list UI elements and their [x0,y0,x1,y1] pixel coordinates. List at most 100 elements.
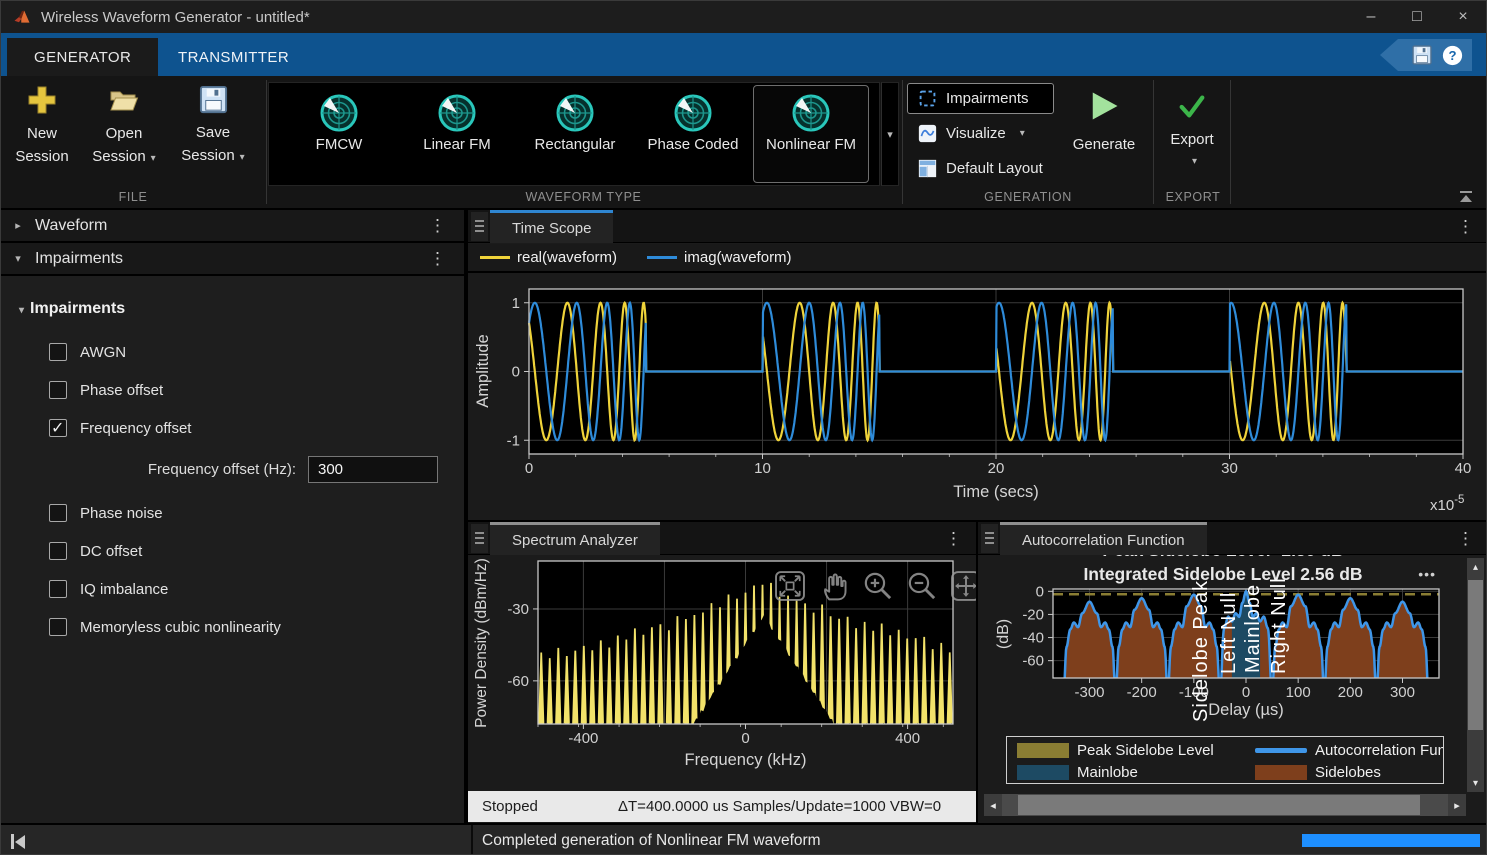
checkbox-box[interactable] [49,381,67,399]
checkbox-dc-offset[interactable]: DC offset [49,542,142,560]
checkbox-phase-noise[interactable]: Phase noise [49,504,163,522]
gallery-dropdown-button[interactable]: ▾ [881,82,899,186]
impairments-heading[interactable]: ▾Impairments [19,300,125,318]
gallery-item-phase-coded[interactable]: Phase Coded [635,85,751,183]
minimize-button[interactable]: – [1348,1,1394,33]
save-session-button[interactable]: Save Session▾ [173,84,253,167]
time-scope-tab[interactable]: Time Scope [490,210,613,243]
scroll-left-icon[interactable]: ◂ [984,794,1002,816]
gallery-item-linear-fm[interactable]: Linear FM [399,85,515,183]
new-session-icon [26,84,58,116]
new-session-button[interactable]: New Session [7,84,77,168]
scroll-up-icon[interactable]: ▴ [1467,558,1484,576]
svg-text:-60: -60 [507,673,529,690]
frequency-axis-label: Frequency (kHz) [685,751,807,769]
gallery-item-nonlinear-fm[interactable]: Nonlinear FM [753,85,869,183]
export-button[interactable]: Export ▾ [1157,84,1227,167]
spectrum-analyzer-tab[interactable]: Spectrum Analyzer [490,522,660,555]
collapse-panel-button[interactable] [11,834,25,849]
section-menu-icon[interactable]: ⋮ [429,216,464,236]
scrollbar-thumb[interactable] [1018,795,1420,815]
default-layout-button[interactable]: Default Layout [907,153,1054,184]
generate-button[interactable]: Generate [1059,84,1149,157]
panel-grip-icon[interactable] [981,524,998,553]
tab-generator[interactable]: GENERATOR [7,38,158,76]
autocorrelation-panel: Autocorrelation Function ⋮ Peak Sidelobe… [978,522,1487,823]
pan-hand-icon[interactable] [816,569,852,603]
scrollbar-track[interactable] [1002,794,1448,816]
checkbox-box[interactable] [49,504,67,522]
sidebar-section-waveform[interactable]: ▸ Waveform ⋮ [1,210,464,243]
panel-menu-icon[interactable]: ⋮ [945,529,962,549]
checkbox-phase-offset[interactable]: Phase offset [49,381,163,399]
impairments-toggle-label: Impairments [946,90,1029,107]
matlab-logo-icon [13,8,31,26]
impairments-icon [918,89,937,108]
svg-text:400: 400 [895,730,920,747]
visualize-button[interactable]: Visualize ▾ [907,118,1054,149]
vertical-scrollbar[interactable]: ▴ ▾ [1467,558,1484,792]
checkbox-box[interactable] [49,580,67,598]
new-session-label2: Session [15,148,68,165]
panel-grip-icon[interactable] [471,212,488,241]
legend-item-acf: Autocorrelation Function [1255,742,1444,759]
plot-overflow-icon[interactable]: ••• [1418,566,1436,582]
tab-transmitter[interactable]: TRANSMITTER [151,38,316,76]
fit-to-view-icon[interactable] [772,569,808,603]
svg-text:30: 30 [1221,460,1238,477]
gallery-item-rectangular[interactable]: Rectangular [517,85,633,183]
gallery-item-label: Phase Coded [646,136,740,155]
checkbox-box[interactable] [49,542,67,560]
amplitude-axis-label: Amplitude [474,334,492,407]
export-label: Export [1170,129,1213,152]
horizontal-scrollbar[interactable]: ◂ ▸ [984,794,1466,816]
checkbox-memoryless-cubic-nonlinearity[interactable]: Memoryless cubic nonlinearity [49,618,281,636]
gallery-item-label: Rectangular [528,136,622,155]
autocorrelation-tab[interactable]: Autocorrelation Function [1000,522,1207,555]
scroll-right-icon[interactable]: ▸ [1448,794,1466,816]
scrollbar-thumb[interactable] [1468,580,1483,730]
panel-menu-icon[interactable]: ⋮ [1457,217,1474,237]
export-check-icon [1177,91,1207,121]
open-session-label2: Session [92,148,145,165]
legend-swatch [1255,748,1307,753]
svg-text:-300: -300 [1074,684,1104,701]
checkbox-label: Frequency offset [80,420,191,437]
legend-item-mainlobe: Mainlobe [1017,764,1255,781]
section-menu-icon[interactable]: ⋮ [429,249,464,269]
help-icon[interactable] [1442,45,1463,66]
checkbox-box[interactable] [49,419,67,437]
pan-axes-icon[interactable] [948,569,976,603]
gallery-item-label: Linear FM [410,136,504,155]
legend-swatch [1255,765,1307,780]
quick-access-toolbar [1380,39,1472,71]
gallery-item-fmcw[interactable]: FMCW [281,85,397,183]
section-title: Impairments [35,250,123,268]
panel-grip-icon[interactable] [471,524,488,553]
open-session-button[interactable]: Open Session▾ [83,84,165,168]
close-button[interactable]: × [1440,1,1486,33]
time-scope-panel: Time Scope ⋮ real(waveform) imag(wavefor… [468,210,1487,520]
quick-save-icon[interactable] [1411,44,1433,66]
legend-line-swatch [647,256,677,259]
maximize-button[interactable]: □ [1394,1,1440,33]
frequency-offset-input[interactable] [308,456,438,483]
group-separator [902,80,903,204]
checkbox-frequency-offset[interactable]: Frequency offset [49,419,191,437]
window-title: Wireless Waveform Generator - untitled* [41,9,310,26]
gallery-item-label: Nonlinear FM [764,136,858,155]
checkbox-awgn[interactable]: AWGN [49,343,126,361]
panel-menu-icon[interactable]: ⋮ [1457,529,1474,549]
collapse-ribbon-button[interactable] [1460,191,1472,202]
checkbox-iq-imbalance[interactable]: IQ imbalance [49,580,168,598]
app-window: Wireless Waveform Generator - untitled* … [0,0,1487,855]
impairments-toggle[interactable]: Impairments [907,83,1054,114]
checkbox-box[interactable] [49,343,67,361]
toolstrip-tabbar: GENERATOR TRANSMITTER [1,33,1486,76]
svg-text:20: 20 [988,460,1005,477]
scroll-down-icon[interactable]: ▾ [1467,774,1484,792]
checkbox-box[interactable] [49,618,67,636]
zoom-in-icon[interactable] [860,569,896,603]
sidebar-section-impairments[interactable]: ▾ Impairments ⋮ [1,243,464,276]
zoom-out-icon[interactable] [904,569,940,603]
